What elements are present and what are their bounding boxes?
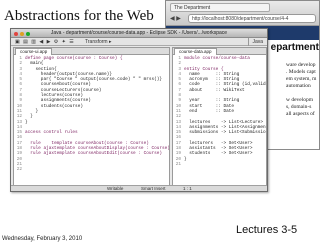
code-text: assignments(course) bbox=[25, 98, 91, 104]
code-text: header{output(course.name)} bbox=[25, 71, 112, 77]
code-text: access control rules bbox=[25, 130, 78, 136]
code-text: module course/course-data bbox=[184, 56, 250, 61]
status-writable: Writable bbox=[107, 186, 124, 191]
code-text: assignments -> List<Assignment> bbox=[184, 124, 267, 130]
browser-nav-icons[interactable]: ◀ ▶ bbox=[170, 15, 181, 22]
code-text: define page course(course : Course) { bbox=[25, 56, 123, 61]
paragraph-line: em system, m bbox=[286, 76, 317, 82]
code-text: start :: Date bbox=[184, 103, 235, 109]
code-text: rule template courseAbout(course : Cours… bbox=[25, 140, 149, 146]
editor-right[interactable]: course-data.app 1 module course/course-da… bbox=[172, 47, 267, 187]
editor-tabrow: course-data.app bbox=[173, 48, 266, 55]
tab-course-data[interactable]: course-data.app bbox=[174, 48, 217, 55]
page-paragraph: ware develop . Models capt em system, m … bbox=[286, 62, 316, 118]
code-text: end :: Date bbox=[184, 108, 235, 114]
code-text: rule ajaxtemplate courseAboutEdit(course… bbox=[25, 151, 163, 157]
code-text: assistants -> Set<User> bbox=[184, 146, 253, 152]
code-text: code :: String (id,validate bbox=[184, 82, 267, 88]
code-line[interactable]: 15 submissions -> List<Submission> bbox=[173, 130, 266, 135]
code-text: section{ bbox=[25, 66, 57, 72]
address-bar[interactable]: http://localhost:8080/department/course/… bbox=[188, 14, 316, 23]
code-text: } bbox=[184, 156, 187, 162]
code-text: par{ "Course " output(course.code) " " m… bbox=[25, 77, 163, 83]
code-editor-left[interactable]: 1 define page course(course : Course) {2 … bbox=[14, 55, 169, 173]
slide-footer-date: Wednesday, February 3, 2010 bbox=[2, 236, 83, 242]
minimize-icon[interactable] bbox=[20, 32, 24, 36]
code-text: entity Course { bbox=[184, 66, 224, 72]
code-text: courseAbout(course) bbox=[25, 82, 91, 88]
code-text: } bbox=[25, 119, 28, 125]
browser-tab[interactable]: The Department bbox=[170, 3, 270, 12]
zoom-icon[interactable] bbox=[26, 32, 30, 36]
browser-chrome: The Department ◀ ▶ http://localhost:8080… bbox=[166, 1, 319, 26]
code-text: rule ajaxtemplate courseAboutDisplay(cou… bbox=[25, 146, 170, 152]
line-number: 22 bbox=[16, 167, 22, 173]
code-text: lectures(course) bbox=[25, 93, 83, 99]
paragraph-line: s, domain-s bbox=[286, 104, 312, 110]
code-text: courseLecturers(course) bbox=[25, 87, 102, 93]
line-number: 21 bbox=[175, 161, 181, 167]
eclipse-window: Java - department/course/course-data.app… bbox=[10, 28, 268, 192]
paragraph-line: . Models capt bbox=[286, 69, 316, 75]
close-icon[interactable] bbox=[14, 32, 18, 36]
code-text: submissions -> List<Submission> bbox=[184, 130, 267, 136]
code-line[interactable]: 19 students -> Set<User> bbox=[173, 151, 266, 156]
eclipse-titlebar: Java - department/course/course-data.app… bbox=[11, 29, 267, 38]
code-line[interactable]: 19 rule ajaxtemplate courseAboutEdit(cou… bbox=[14, 151, 169, 156]
code-text: year :: String bbox=[184, 98, 240, 104]
paragraph-line: automation bbox=[286, 83, 311, 89]
code-text: students -> Set<User> bbox=[184, 151, 253, 157]
toolbar-icons[interactable]: ▣ ▤ ▥ ◀ ▶ ⚙ ✦ ☰ bbox=[15, 38, 75, 46]
status-insert-mode: Smart Insert bbox=[141, 186, 166, 191]
code-text: lecturers -> Set<User> bbox=[184, 140, 253, 146]
code-text: main{ bbox=[25, 61, 44, 67]
editor-left[interactable]: course-ui.app 1 define page course(course… bbox=[13, 47, 170, 187]
paragraph-line: ware develop bbox=[286, 62, 316, 68]
paragraph-line: w developm bbox=[286, 97, 314, 103]
eclipse-toolbar: ▣ ▤ ▥ ◀ ▶ ⚙ ✦ ☰ Transform ▸ Java bbox=[11, 38, 267, 46]
editor-tabrow: course-ui.app bbox=[14, 48, 169, 55]
code-line[interactable]: 22 bbox=[14, 167, 169, 172]
code-text: acronym :: String bbox=[184, 77, 240, 83]
perspective-switcher[interactable]: Java bbox=[248, 38, 263, 46]
code-text: } bbox=[25, 114, 33, 120]
status-bar: Writable Smart Insert 1 : 1 bbox=[11, 185, 267, 191]
code-text: name :: String bbox=[184, 71, 240, 77]
page-heading: epartment bbox=[270, 42, 319, 53]
slide-title: Abstractions for the Web bbox=[4, 8, 154, 24]
code-text: about :: WikiText bbox=[184, 87, 245, 93]
tab-course-ui[interactable]: course-ui.app bbox=[15, 48, 53, 55]
paragraph-line: all aspects of bbox=[286, 111, 315, 117]
status-cursor-position: 1 : 1 bbox=[183, 186, 192, 191]
code-text: } bbox=[25, 108, 39, 114]
code-line[interactable]: 21 bbox=[173, 162, 266, 167]
transform-menu[interactable]: Transform ▸ bbox=[85, 38, 112, 46]
slide-subtitle: Lectures 3-5 bbox=[236, 224, 298, 236]
code-text: lectures -> List<Lecture> bbox=[184, 119, 264, 125]
code-text: students(course) bbox=[25, 103, 83, 109]
code-editor-right[interactable]: 1 module course/course-data 2 3 entity Cours… bbox=[173, 55, 266, 167]
eclipse-window-title: Java - department/course/course-data.app… bbox=[50, 30, 228, 36]
